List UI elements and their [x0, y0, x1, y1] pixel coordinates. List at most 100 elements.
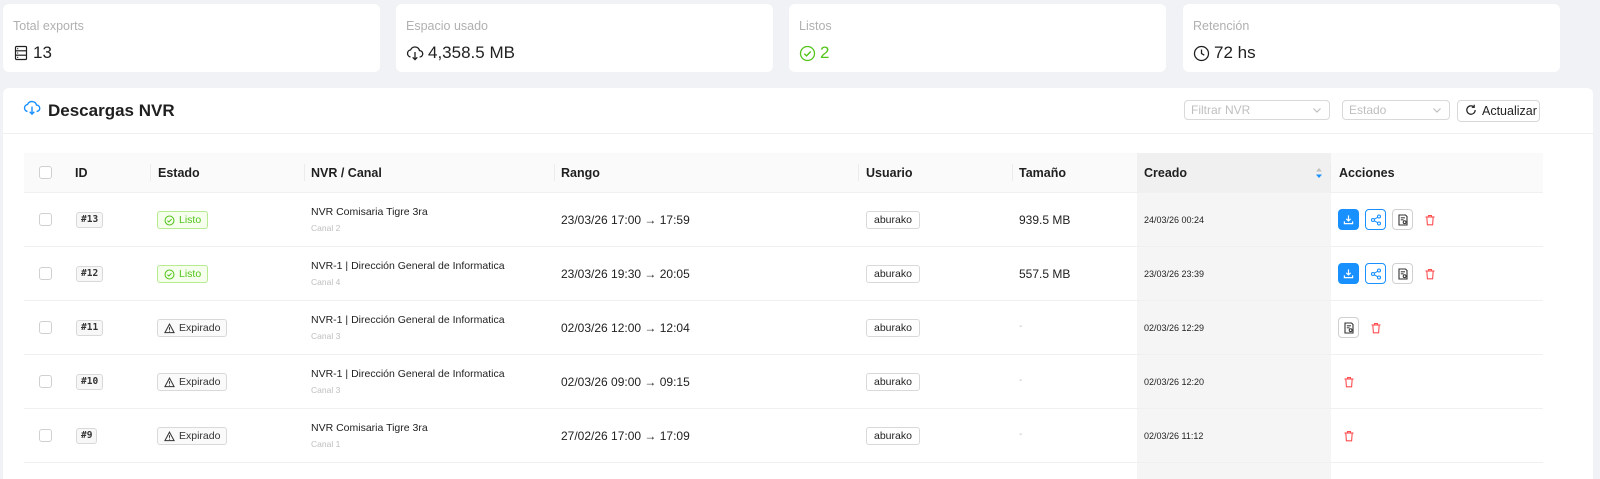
select-all-checkbox[interactable] [39, 166, 52, 179]
column-header-creado[interactable]: Creado [1144, 166, 1187, 180]
file-report-icon [1397, 213, 1408, 226]
column-header-id[interactable]: ID [75, 166, 88, 180]
check-circle-icon [164, 269, 175, 279]
stat-value: 2 [820, 43, 830, 62]
delete-button[interactable] [1365, 317, 1386, 338]
refresh-button[interactable]: Actualizar [1457, 100, 1540, 122]
warning-icon [164, 376, 175, 387]
range-text: 02/03/26 12:00 → 12:04 [561, 321, 690, 335]
select-placeholder: Estado [1349, 103, 1387, 117]
stat-espacio-usado: Espacio usado 4,358.5 MB [396, 4, 773, 72]
trash-icon [1425, 214, 1434, 225]
check-circle-icon [164, 215, 175, 225]
status-label: Listo [179, 268, 202, 280]
cloud-download-icon [23, 100, 41, 121]
sort-descending-icon[interactable] [1314, 166, 1324, 185]
stat-label: Listos [799, 19, 832, 33]
chevron-down-icon [1432, 104, 1442, 118]
delete-button[interactable] [1338, 371, 1359, 392]
channel-label: Canal 2 [311, 223, 341, 233]
status-label: Listo [179, 214, 202, 226]
id-tag: #9 [76, 428, 98, 444]
id-tag: #11 [76, 320, 104, 336]
delete-button[interactable] [1338, 425, 1359, 446]
range-text: 23/03/26 19:30 → 20:05 [561, 267, 690, 281]
id-tag: #10 [76, 374, 104, 390]
stat-retencion: Retención 72 hs [1183, 4, 1560, 72]
delete-button[interactable] [1419, 263, 1440, 284]
estado-filter-select[interactable]: Estado [1342, 100, 1450, 120]
status-badge: Listo [157, 211, 209, 229]
column-header-estado[interactable]: Estado [158, 166, 200, 180]
report-button[interactable] [1392, 263, 1413, 284]
check-circle-icon [799, 45, 816, 62]
stat-value: 72 hs [1214, 43, 1256, 62]
column-header-rango[interactable]: Rango [561, 166, 600, 180]
row-checkbox[interactable] [39, 429, 52, 442]
table-row[interactable]: #10 Expirado NVR-1 | Dirección General d… [24, 355, 1543, 409]
range-text: 23/03/26 17:00 → 17:59 [561, 213, 690, 227]
warning-icon [164, 322, 175, 333]
created-text: 02/03/26 11:12 [1144, 431, 1204, 441]
reload-icon [1465, 104, 1477, 119]
user-tag: aburako [866, 211, 920, 229]
size-text: - [1019, 375, 1023, 386]
report-button[interactable] [1338, 317, 1359, 338]
channel-label: Canal 3 [311, 385, 341, 395]
chevron-down-icon [1312, 104, 1322, 118]
status-label: Expirado [179, 376, 221, 388]
stat-value: 13 [33, 43, 52, 62]
row-checkbox[interactable] [39, 321, 52, 334]
row-checkbox[interactable] [39, 267, 52, 280]
stats-bar: Total exports 13 Espacio usado 4,358.5 M… [3, 4, 1593, 72]
column-header-nvr-canal[interactable]: NVR / Canal [311, 166, 382, 180]
status-label: Expirado [179, 322, 221, 334]
share-button[interactable] [1365, 263, 1386, 284]
status-badge: Expirado [157, 373, 228, 391]
created-text: 02/03/26 12:20 [1144, 377, 1205, 387]
file-report-icon [1343, 321, 1354, 334]
row-checkbox[interactable] [39, 213, 52, 226]
range-text: 02/03/26 09:00 → 09:15 [561, 375, 690, 389]
delete-button[interactable] [1419, 209, 1440, 230]
share-icon [1370, 267, 1381, 280]
share-button[interactable] [1365, 209, 1386, 230]
downloads-card: Descargas NVR Filtrar NVR Estado Actuali… [3, 88, 1593, 479]
column-header-acciones: Acciones [1339, 166, 1395, 180]
download-button[interactable] [1338, 209, 1359, 230]
range-text: 27/02/26 17:00 → 17:09 [561, 429, 690, 443]
page-title: Descargas NVR [48, 100, 175, 120]
row-checkbox[interactable] [39, 375, 52, 388]
select-placeholder: Filtrar NVR [1191, 103, 1251, 117]
channel-label: Canal 1 [311, 439, 341, 449]
stat-label: Total exports [13, 19, 84, 33]
status-label: Expirado [179, 430, 221, 442]
table-header: ID Estado NVR / Canal Rango Usuario Tama… [24, 153, 1543, 193]
clock-icon [1193, 45, 1210, 62]
download-icon [1343, 269, 1354, 279]
nvr-name: NVR Comisaria Tigre 3ra [311, 206, 428, 218]
size-text: - [1019, 321, 1023, 332]
size-text: 557.5 MB [1019, 267, 1071, 281]
created-text: 23/03/26 23:39 [1144, 269, 1205, 279]
table-row[interactable]: #11 Expirado NVR-1 | Dirección General d… [24, 301, 1543, 355]
table-row[interactable]: #9 Expirado NVR Comisaria Tigre 3ra Canal… [24, 409, 1543, 463]
column-header-tamano[interactable]: Tamaño [1019, 166, 1066, 180]
database-icon [13, 45, 29, 61]
status-badge: Listo [157, 265, 209, 283]
user-tag: aburako [866, 265, 920, 283]
nvr-filter-select[interactable]: Filtrar NVR [1184, 100, 1330, 120]
stat-value: 4,358.5 MB [428, 43, 515, 62]
table-row[interactable]: #12 Listo NVR-1 | Dirección General de I… [24, 247, 1543, 301]
column-header-usuario[interactable]: Usuario [866, 166, 913, 180]
nvr-name: NVR-1 | Dirección General de Informatica [311, 368, 505, 380]
cloud-download-icon [406, 45, 424, 61]
channel-label: Canal 3 [311, 331, 341, 341]
stat-label: Retención [1193, 19, 1250, 33]
table-row[interactable]: #13 Listo NVR Comisaria Tigre 3ra Canal 2… [24, 193, 1543, 247]
download-button[interactable] [1338, 263, 1359, 284]
warning-icon [164, 430, 175, 441]
stat-total-exports: Total exports 13 [3, 4, 380, 72]
report-button[interactable] [1392, 209, 1413, 230]
trash-icon [1425, 268, 1434, 279]
